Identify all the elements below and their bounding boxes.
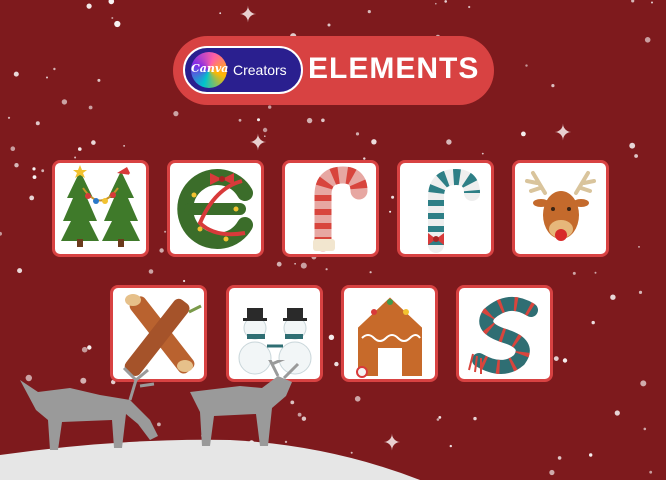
reindeer-silhouette-scene — [0, 360, 420, 480]
snowflake-dot — [355, 132, 360, 136]
snowflake-dot — [551, 84, 555, 88]
letter-card-r-teal-cane[interactable] — [397, 160, 494, 257]
snowflake-dot — [108, 0, 115, 5]
page-title: ELEMENTS — [308, 52, 480, 85]
snowflake-dot — [61, 99, 68, 105]
snowflake-dot — [32, 167, 36, 171]
reindeer-silhouettes — [20, 360, 300, 450]
snowflake-dot — [97, 78, 101, 82]
creators-label: Creators — [233, 62, 287, 78]
snowflake-dot — [14, 163, 19, 168]
candy-cane-r-icon — [313, 166, 368, 252]
snowflake-dot — [651, 1, 653, 4]
snowflake-dot — [521, 131, 526, 137]
snowflake-dot — [572, 271, 576, 275]
canva-logo-icon: Canva — [191, 52, 229, 88]
snowflake-dot — [328, 334, 335, 340]
snowflake-dot — [391, 195, 395, 199]
canva-logo-text: Canva — [191, 62, 229, 75]
snowflake-dot — [321, 118, 325, 123]
snowflake-dot — [78, 147, 82, 151]
canva-creators-badge: Canva Creators — [183, 46, 303, 94]
snowflake-dot — [300, 262, 307, 269]
snowflake-dot — [183, 279, 186, 283]
snowflake-dot — [306, 117, 313, 124]
snowflake-dot — [367, 10, 371, 14]
snowflake-dot — [594, 271, 597, 274]
snowflake-dot — [17, 268, 23, 274]
christmas-trees-m-icon — [61, 165, 140, 247]
reindeer-y-icon — [525, 171, 596, 241]
letter-card-r-candy-cane[interactable] — [282, 160, 379, 257]
snowflake-dot — [87, 345, 92, 350]
snowflake-dot — [13, 71, 19, 77]
snowflake-dot — [46, 76, 48, 79]
snowflake-dot — [86, 3, 92, 9]
snowflake-dot — [238, 118, 242, 122]
snowflake-dot — [53, 67, 56, 71]
snowflake-dot — [10, 146, 16, 151]
candy-cane-r-teal-icon — [428, 168, 480, 253]
snowflake-dot — [74, 156, 77, 159]
snowflake-dot — [629, 142, 636, 149]
snowflake-dot — [35, 121, 40, 126]
snowflake-dot — [468, 5, 471, 9]
snowflake-dot — [268, 105, 272, 109]
snowflake-dot — [369, 271, 372, 274]
snowflake-dot — [81, 346, 88, 353]
snowflake-dot — [88, 105, 93, 110]
snowflake-dot — [481, 152, 484, 155]
wreath-e-icon — [177, 169, 253, 249]
snowflake-dot — [29, 195, 35, 201]
letter-card-m-trees[interactable] — [52, 160, 149, 257]
snowflake-dot — [638, 246, 640, 248]
sparkle-star-icon: ✦ — [239, 2, 257, 27]
snowflake-dot — [276, 261, 282, 267]
snowflake-dot — [638, 290, 643, 294]
snowflake-dot — [41, 169, 45, 173]
snowflake-dot — [610, 294, 616, 300]
snowflake-dot — [444, 0, 448, 3]
snowflake-dot — [631, 0, 635, 3]
snowflake-dot — [148, 269, 154, 274]
sparkle-star-icon: ✦ — [249, 130, 267, 155]
snowflake-dot — [325, 268, 328, 271]
snowflake-dot — [111, 17, 114, 19]
sparkle-star-icon: ✦ — [554, 120, 572, 145]
snowflake-dot — [91, 140, 96, 145]
snowflake-dot — [371, 139, 377, 145]
letter-card-y-reindeer[interactable] — [512, 160, 609, 257]
snowflake-dot — [591, 320, 595, 325]
snowflake-dot — [164, 230, 167, 233]
snowflake-dot — [114, 20, 121, 28]
snowflake-dot — [389, 210, 392, 213]
snowflake-dot — [257, 118, 260, 122]
snowflake-dot — [159, 248, 164, 253]
letter-card-e-wreath[interactable] — [167, 160, 264, 257]
snowflake-dot — [123, 145, 125, 147]
snowflake-dot — [294, 263, 296, 265]
snowflake-dot — [644, 37, 651, 43]
snowflake-dot — [446, 139, 452, 145]
snowflake-dot — [435, 2, 437, 5]
snowflake-dot — [525, 64, 528, 67]
header-banner: Canva Creators ELEMENTS — [173, 36, 494, 105]
snowflake-dot — [634, 154, 638, 158]
snowflake-dot — [219, 12, 222, 15]
snowflake-dot — [7, 116, 11, 119]
snowflake-dot — [327, 23, 331, 27]
snowflake-dot — [173, 111, 179, 117]
snowflake-dot — [0, 231, 2, 236]
snowflake-dot — [32, 175, 37, 180]
